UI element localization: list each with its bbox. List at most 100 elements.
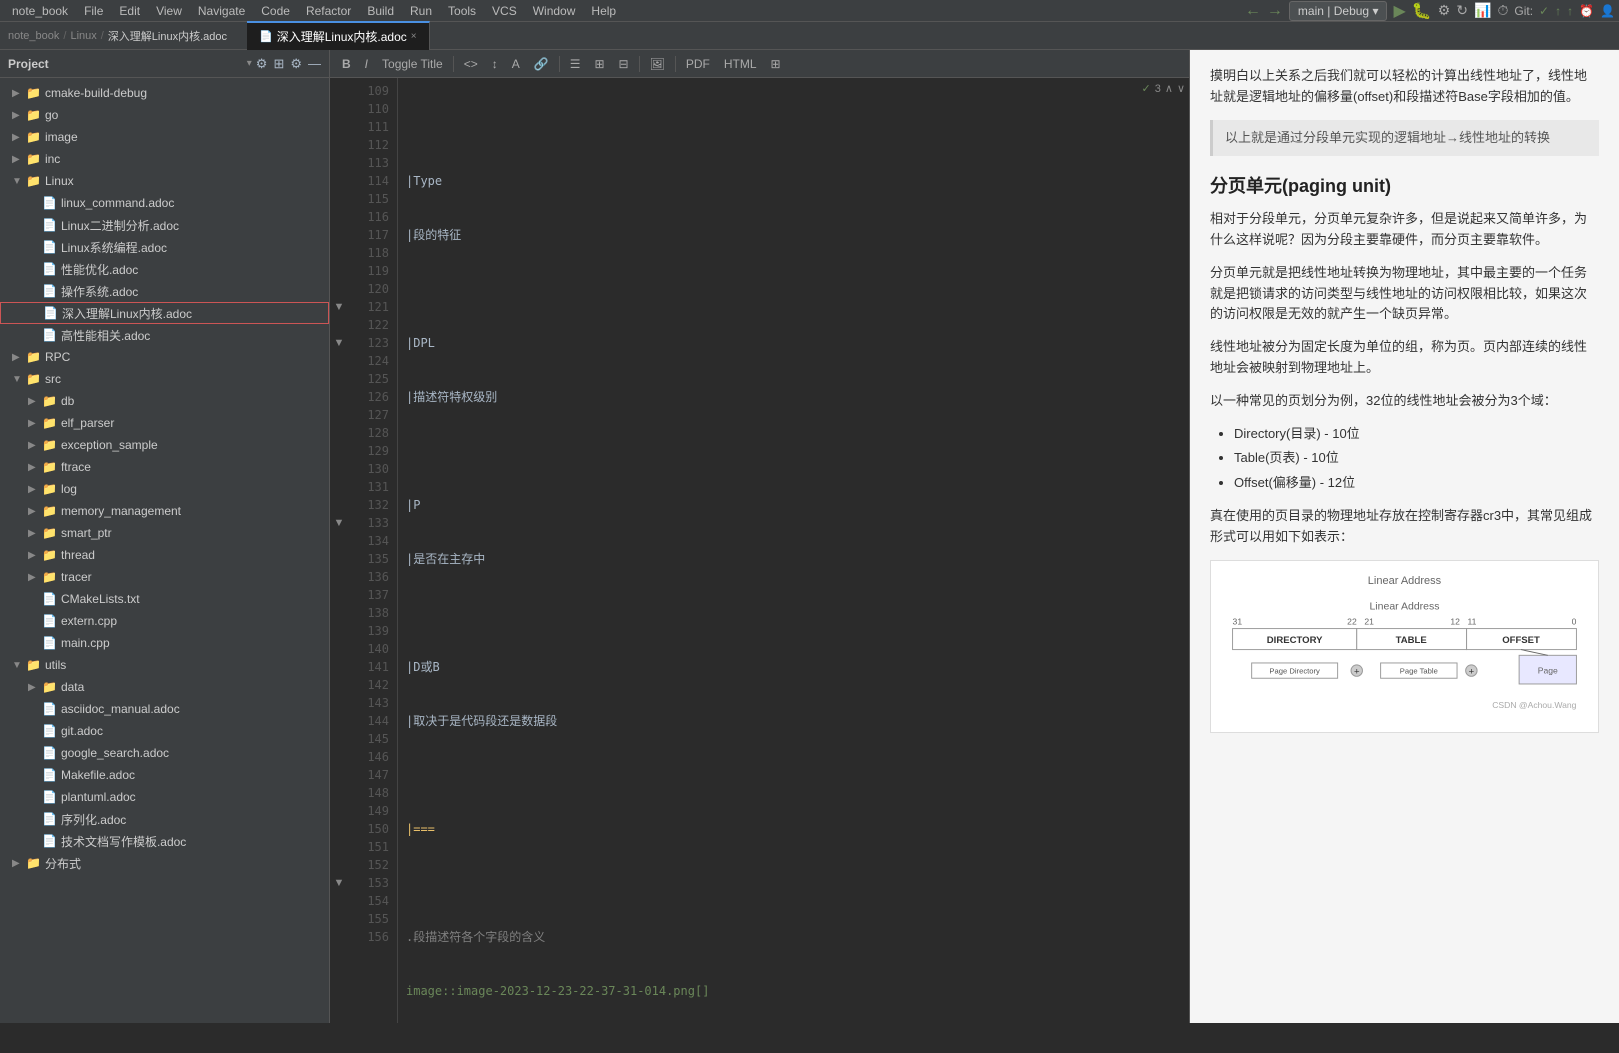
menu-tools[interactable]: Tools [440, 0, 484, 21]
sidebar-item-memory[interactable]: ▶ 📁 memory_management [0, 500, 329, 522]
breadcrumb-root[interactable]: note_book [8, 30, 59, 42]
menu-edit[interactable]: Edit [111, 0, 148, 21]
tree-label-google: google_search.adoc [61, 746, 169, 760]
sidebar-item-perf[interactable]: 📄 性能优化.adoc [0, 258, 329, 280]
forward-icon[interactable]: → [1267, 2, 1283, 20]
toolbar-italic[interactable]: I [361, 55, 372, 73]
sidebar-item-linux[interactable]: ▼ 📁 Linux [0, 170, 329, 192]
menu-file[interactable]: File [76, 0, 111, 21]
sidebar-item-elf[interactable]: ▶ 📁 elf_parser [0, 412, 329, 434]
toolbar-pdf[interactable]: PDF [682, 55, 714, 73]
sidebar-item-utils[interactable]: ▼ 📁 utils [0, 654, 329, 676]
profile-icon[interactable]: 📊 [1474, 2, 1491, 19]
menu-help[interactable]: Help [583, 0, 624, 21]
chevron-up-icon[interactable]: ∧ [1165, 82, 1173, 95]
sidebar-item-data[interactable]: ▶ 📁 data [0, 676, 329, 698]
menu-code[interactable]: Code [253, 0, 298, 21]
sidebar-item-cmake-txt[interactable]: 📄 CMakeLists.txt [0, 588, 329, 610]
titlebar: note_book / Linux / 深入理解Linux内核.adoc 📄 深… [0, 22, 1619, 50]
sidebar-item-main-cpp[interactable]: 📄 main.cpp [0, 632, 329, 654]
menu-view[interactable]: View [148, 0, 190, 21]
tab-main[interactable]: 📄 深入理解Linux内核.adoc × [247, 21, 430, 51]
sidebar-collapse-icon[interactable]: — [308, 56, 321, 72]
tree-arrow-cmake: ▶ [12, 88, 26, 99]
toolbar-list3[interactable]: ⊟ [615, 55, 633, 73]
sidebar-settings-icon[interactable]: ⚙ [256, 56, 268, 72]
sidebar-gear2-icon[interactable]: ⚙ [290, 56, 302, 72]
sidebar-item-serialize[interactable]: 📄 序列化.adoc [0, 808, 329, 830]
menu-vcs[interactable]: VCS [484, 0, 525, 21]
menu-run[interactable]: Run [402, 0, 440, 21]
debug-icon[interactable]: 🐛 [1412, 1, 1432, 21]
breadcrumb-linux[interactable]: Linux [70, 30, 96, 42]
build-icon[interactable]: ⚙ [1438, 2, 1451, 19]
back-icon[interactable]: ← [1245, 2, 1261, 20]
breadcrumb-file[interactable]: 深入理解Linux内核.adoc [108, 28, 227, 44]
tab-close-button[interactable]: × [411, 31, 417, 42]
file-icon-extern: 📄 [42, 614, 57, 628]
toolbar-link[interactable]: 🔗 [530, 55, 553, 73]
sidebar-item-linux-sys[interactable]: 📄 Linux系统编程.adoc [0, 236, 329, 258]
tree-arrow-tracer: ▶ [28, 572, 42, 583]
sidebar-item-extern-cpp[interactable]: 📄 extern.cpp [0, 610, 329, 632]
git-check[interactable]: ✓ [1539, 4, 1549, 18]
run-icon[interactable]: ▶ [1393, 1, 1405, 21]
git-clock[interactable]: ⏰ [1579, 4, 1594, 18]
folder-icon-elf: 📁 [42, 416, 57, 430]
toolbar-image[interactable]: 🖼 [646, 55, 669, 73]
sidebar-item-perf2[interactable]: 📄 高性能相关.adoc [0, 324, 329, 346]
sidebar-item-distributed[interactable]: ▶ 📁 分布式 [0, 852, 329, 874]
menu-build[interactable]: Build [359, 0, 402, 21]
sidebar-item-cmake[interactable]: ▶ 📁 cmake-build-debug [0, 82, 329, 104]
sidebar-item-os[interactable]: 📄 操作系统.adoc [0, 280, 329, 302]
branch-selector[interactable]: main | Debug ▾ [1289, 1, 1388, 21]
sidebar-item-src[interactable]: ▼ 📁 src [0, 368, 329, 390]
sidebar-item-exception[interactable]: ▶ 📁 exception_sample [0, 434, 329, 456]
sidebar-item-rpc[interactable]: ▶ 📁 RPC [0, 346, 329, 368]
sidebar-item-plantuml[interactable]: 📄 plantuml.adoc [0, 786, 329, 808]
folder-icon-sp: 📁 [42, 526, 57, 540]
chevron-down-icon[interactable]: ∨ [1177, 82, 1185, 95]
sidebar-item-asciidoc[interactable]: 📄 asciidoc_manual.adoc [0, 698, 329, 720]
sidebar-item-log[interactable]: ▶ 📁 log [0, 478, 329, 500]
file-icon-lc: 📄 [42, 196, 57, 210]
sidebar-item-linux-command[interactable]: 📄 linux_command.adoc [0, 192, 329, 214]
sidebar-item-linux-binary[interactable]: 📄 Linux二进制分析.adoc [0, 214, 329, 236]
git-arrow2[interactable]: ↑ [1567, 4, 1573, 18]
toolbar-font[interactable]: A [508, 55, 524, 73]
toolbar-list2[interactable]: ⊞ [590, 55, 608, 73]
menu-notebook[interactable]: note_book [4, 0, 76, 21]
code-editor[interactable]: |Type |段的特征 |DPL |描述符特权级别 |P |是否在主存中 |D或… [398, 78, 1189, 1023]
sidebar-item-ftrace[interactable]: ▶ 📁 ftrace [0, 456, 329, 478]
sidebar-item-makefile[interactable]: 📄 Makefile.adoc [0, 764, 329, 786]
toolbar-toggle-title[interactable]: Toggle Title [378, 55, 447, 73]
toolbar-bold[interactable]: B [338, 55, 355, 73]
sidebar-split-icon[interactable]: ⊞ [273, 56, 284, 72]
folder-icon-mem: 📁 [42, 504, 57, 518]
menu-window[interactable]: Window [525, 0, 584, 21]
sidebar-item-inc[interactable]: ▶ 📁 inc [0, 148, 329, 170]
clock-icon[interactable]: ⏱ [1497, 2, 1508, 19]
toolbar-code[interactable]: <> [460, 55, 482, 73]
toolbar-table[interactable]: ⊞ [767, 55, 785, 73]
code-line-117: |是否在主存中 [406, 550, 1181, 568]
sidebar-item-image[interactable]: ▶ 📁 image [0, 126, 329, 148]
menu-navigate[interactable]: Navigate [190, 0, 253, 21]
git-arrow1[interactable]: ↑ [1555, 4, 1561, 18]
sidebar-item-tracer[interactable]: ▶ 📁 tracer [0, 566, 329, 588]
sidebar-item-db[interactable]: ▶ 📁 db [0, 390, 329, 412]
sidebar-item-smart-ptr[interactable]: ▶ 📁 smart_ptr [0, 522, 329, 544]
reload-icon[interactable]: ↻ [1456, 2, 1468, 19]
tree-label-image: image [45, 130, 78, 144]
sidebar-item-git[interactable]: 📄 git.adoc [0, 720, 329, 742]
sidebar-item-thread[interactable]: ▶ 📁 thread [0, 544, 329, 566]
sidebar-item-google[interactable]: 📄 google_search.adoc [0, 742, 329, 764]
git-user[interactable]: 👤 [1600, 4, 1615, 18]
sidebar-item-tech-doc[interactable]: 📄 技术文档写作模板.adoc [0, 830, 329, 852]
sidebar-item-go[interactable]: ▶ 📁 go [0, 104, 329, 126]
toolbar-html[interactable]: HTML [720, 55, 761, 73]
sidebar-item-linux-kernel[interactable]: 📄 深入理解Linux内核.adoc [0, 302, 329, 324]
toolbar-arrow[interactable]: ↕ [488, 55, 502, 73]
menu-refactor[interactable]: Refactor [298, 0, 359, 21]
toolbar-list1[interactable]: ☰ [566, 55, 585, 73]
